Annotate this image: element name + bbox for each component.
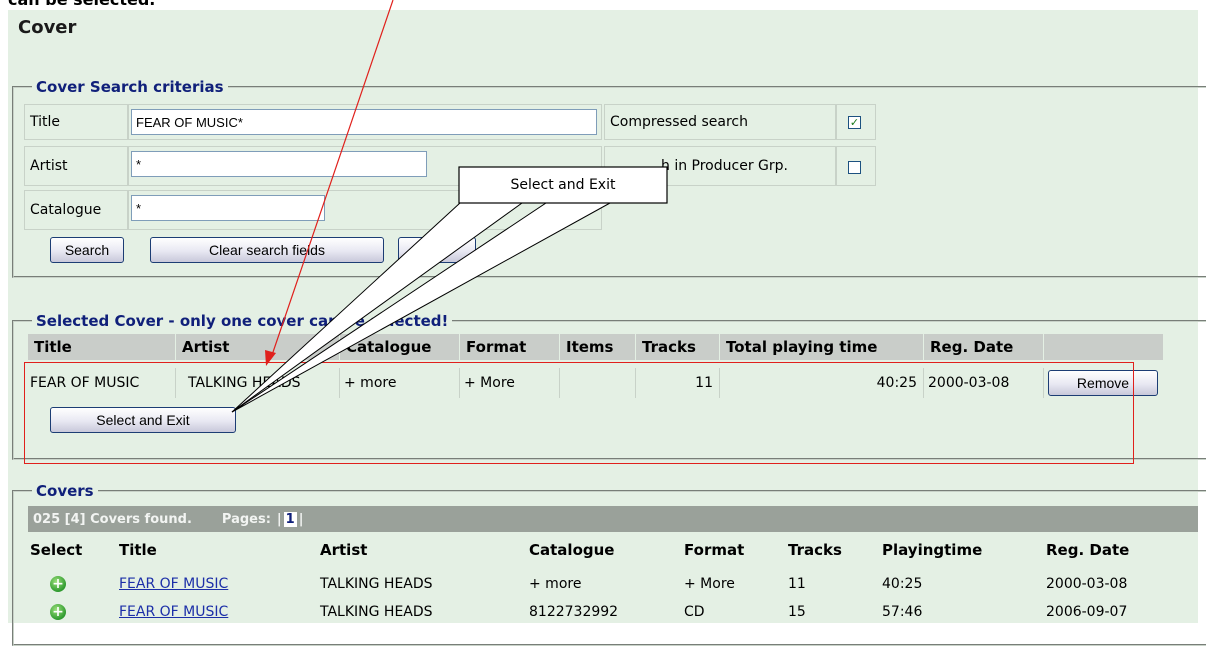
artist-label: Artist (24, 146, 128, 186)
search-criteria-legend: Cover Search criterias (36, 78, 224, 96)
catalogue-input[interactable] (131, 195, 325, 221)
covers-header-catalogue: Catalogue (529, 541, 615, 559)
covers-header-title: Title (119, 541, 157, 559)
covers-header-playingtime: Playingtime (882, 541, 983, 559)
search-button[interactable]: Search (50, 237, 124, 263)
selected-header-items: Items (560, 334, 636, 360)
covers-legend: Covers (36, 482, 94, 500)
selected-cover-legend: Selected Cover - only one cover can be s… (36, 312, 449, 330)
clear-search-fields-button[interactable]: Clear search fields (150, 237, 384, 263)
artist-input[interactable] (131, 151, 427, 177)
add-circle-icon[interactable]: + (50, 604, 66, 620)
title-label: Title (24, 104, 128, 140)
caption-text: can be selected. (8, 0, 155, 9)
cover-artist: TALKING HEADS (320, 576, 433, 592)
covers-header-select: Select (30, 541, 83, 559)
cover-reg-date: 2000-03-08 (1046, 576, 1128, 592)
cover-catalogue: + more (529, 576, 582, 592)
add-circle-icon[interactable]: + (50, 576, 66, 592)
cover-reg-date: 2006-09-07 (1046, 604, 1128, 620)
cover-tracks: 15 (788, 604, 806, 620)
selected-header-format: Format (460, 334, 560, 360)
selected-header-total-playing-time: Total playing time (720, 334, 924, 360)
return-button[interactable]: Ret (398, 237, 476, 263)
callout-label: Select and Exit (510, 177, 616, 193)
cover-title-link[interactable]: FEAR OF MUSIC (119, 576, 228, 592)
cover-artist: TALKING HEADS (320, 604, 433, 620)
cover-format: + More (684, 576, 735, 592)
covers-found-text: 025 [4] Covers found. (33, 511, 192, 527)
page-title: Cover (18, 17, 77, 38)
annotation-highlight-box (24, 362, 1134, 464)
selected-header-reg-date: Reg. Date (924, 334, 1044, 360)
selected-header-title: Title (28, 334, 176, 360)
selected-header-tracks: Tracks (636, 334, 720, 360)
cover-format: CD (684, 604, 705, 620)
page-1-link[interactable]: 1 (283, 511, 297, 527)
covers-found-bar: 025 [4] Covers found. Pages: | 1 | (28, 506, 1198, 532)
title-input[interactable] (131, 109, 597, 135)
catalogue-label: Catalogue (24, 190, 128, 230)
cover-tracks: 11 (788, 576, 806, 592)
cover-title-link[interactable]: FEAR OF MUSIC (119, 604, 228, 620)
pages-label: Pages: (221, 511, 271, 527)
compressed-search-checkbox[interactable]: ✓ (848, 116, 861, 129)
covers-header-tracks: Tracks (788, 541, 842, 559)
selected-header-catalogue: Catalogue (340, 334, 460, 360)
covers-header-format: Format (684, 541, 745, 559)
selected-header-spacer (1044, 334, 1164, 360)
cover-catalogue: 8122732992 (529, 604, 619, 620)
covers-header-reg-date: Reg. Date (1046, 541, 1130, 559)
cover-playingtime: 57:46 (882, 604, 923, 620)
cover-playingtime: 40:25 (882, 576, 923, 592)
covers-header-artist: Artist (320, 541, 368, 559)
selected-header-artist: Artist (176, 334, 340, 360)
compressed-search-label: Compressed search (604, 104, 836, 140)
producer-group-checkbox[interactable] (848, 161, 861, 174)
